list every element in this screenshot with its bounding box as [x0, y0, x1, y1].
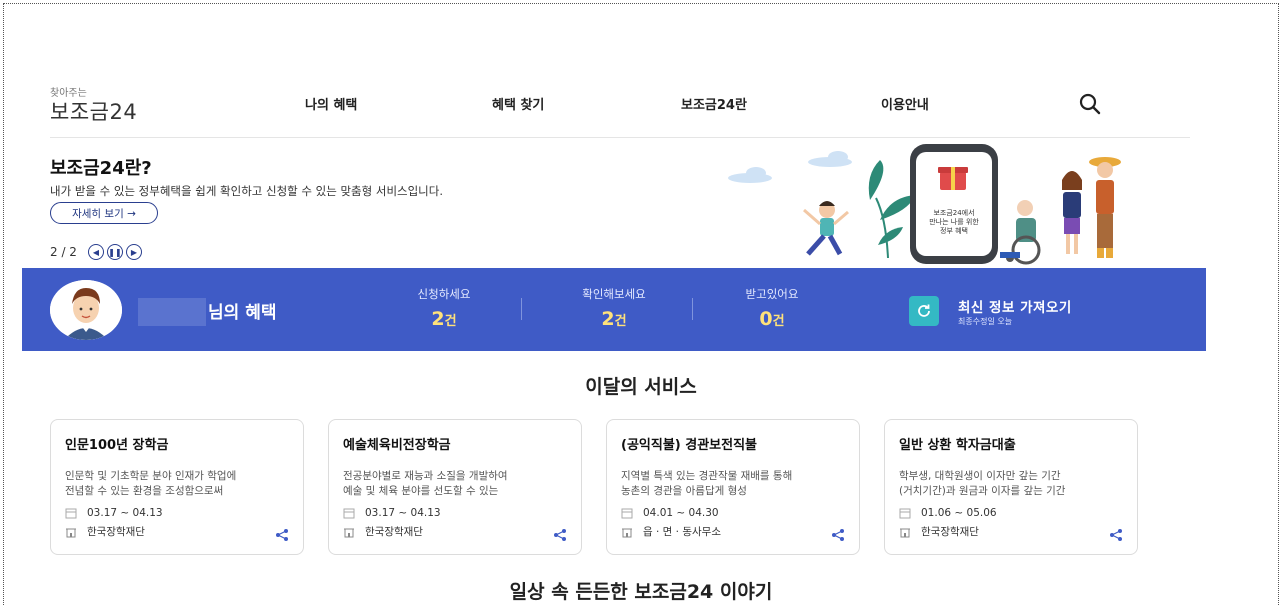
refresh-icon [918, 304, 930, 317]
card-period: 04.01 ~ 04.30 [621, 507, 719, 519]
wheelchair-figure [1000, 200, 1041, 265]
share-icon[interactable] [275, 528, 289, 542]
nav-guide[interactable]: 이용안내 [881, 94, 929, 113]
card-period: 03.17 ~ 04.13 [65, 507, 163, 519]
phone-text-3: 정부 혜택 [940, 226, 968, 235]
hero-illustration: 보조금24에서 만나는 나를 위한 정부 혜택 [728, 144, 1121, 265]
site-logo[interactable]: 보조금24 [50, 96, 137, 126]
hero-title: 보조금24란? [50, 158, 152, 179]
divider [521, 298, 522, 320]
woman-figure [1062, 171, 1082, 254]
refresh-button[interactable] [909, 296, 939, 326]
farmer-figure [1089, 157, 1121, 258]
phone-figure: 보조금24에서 만나는 나를 위한 정부 혜택 [910, 144, 998, 264]
cloud-icon [728, 151, 852, 183]
prev-icon[interactable]: ◀ [87, 244, 104, 260]
phone-text-1: 보조금24에서 [933, 208, 974, 217]
card-org: 읍 · 면 · 동사무소 [621, 524, 721, 539]
stat-value: 2건 [431, 308, 457, 330]
card-description: 학부생, 대학원생이 이자만 갚는 기간 (거치기간)과 원금과 이자를 갚는 기… [899, 470, 1066, 497]
stat-receiving[interactable]: 받고있어요 0건 [712, 286, 832, 330]
share-icon[interactable] [553, 528, 567, 542]
next-icon[interactable]: ▶ [125, 244, 142, 260]
monthly-services-title: 이달의 서비스 [585, 376, 697, 398]
pause-icon[interactable]: ❚❚ [106, 244, 123, 260]
benefits-bar: 님의 혜택 신청하세요 2건 확인해보세요 2건 받고있어요 0건 최신 정보 … [22, 268, 1206, 351]
card-org: 한국장학재단 [899, 524, 979, 539]
stat-apply[interactable]: 신청하세요 2건 [384, 286, 504, 330]
user-avatar-icon [50, 280, 122, 340]
card-title: (공익직불) 경관보전직불 [621, 438, 758, 453]
card-title: 인문100년 장학금 [65, 438, 169, 453]
nav-find-benefits[interactable]: 혜택 찾기 [492, 94, 544, 113]
calendar-icon [621, 508, 633, 519]
building-icon [900, 528, 910, 537]
service-card[interactable]: 인문100년 장학금 인문학 및 기초학문 분야 인재가 학업에 전념할 수 있는… [50, 419, 304, 555]
calendar-icon [65, 508, 77, 519]
stat-check[interactable]: 확인해보세요 2건 [554, 286, 674, 330]
stat-label: 받고있어요 [745, 287, 799, 301]
search-icon[interactable] [1078, 92, 1102, 116]
refresh-title[interactable]: 최신 정보 가져오기 [958, 296, 1072, 316]
service-card[interactable]: (공익직불) 경관보전직불 지역별 특색 있는 경관작물 재배를 통해 농촌의 경… [606, 419, 860, 555]
divider [692, 298, 693, 320]
building-icon [622, 528, 632, 537]
banner-pager: 2 / 2 ◀ ❚❚ ▶ [50, 244, 142, 260]
detail-button[interactable]: 자세히 보기 → [50, 202, 158, 224]
service-card[interactable]: 예술체육비전장학금 전공분야별로 재능과 소질을 개발하여 예술 및 체육 분야를… [328, 419, 582, 555]
card-title: 일반 상환 학자금대출 [899, 438, 1016, 453]
nav-my-benefits[interactable]: 나의 혜택 [305, 94, 357, 113]
benefit-label: 님의 혜택 [208, 303, 277, 323]
card-period: 03.17 ~ 04.13 [343, 507, 441, 519]
user-name-redacted [138, 298, 206, 326]
calendar-icon [343, 508, 355, 519]
plant-icon [868, 160, 915, 259]
nav-about[interactable]: 보조금24란 [681, 94, 747, 113]
card-period: 01.06 ~ 05.06 [899, 507, 997, 519]
card-title: 예술체육비전장학금 [343, 438, 451, 453]
service-card[interactable]: 일반 상환 학자금대출 학부생, 대학원생이 이자만 갚는 기간 (거치기간)과 … [884, 419, 1138, 555]
stat-label: 신청하세요 [417, 287, 471, 301]
card-org: 한국장학재단 [65, 524, 145, 539]
phone-text-2: 만나는 나를 위한 [929, 217, 979, 226]
child-figure [803, 201, 849, 256]
stat-label: 확인해보세요 [582, 287, 646, 301]
share-icon[interactable] [1109, 528, 1123, 542]
building-icon [344, 528, 354, 537]
card-description: 전공분야별로 재능과 소질을 개발하여 예술 및 체육 분야를 선도할 수 있는 [343, 470, 508, 497]
calendar-icon [899, 508, 911, 519]
avatar [50, 280, 122, 340]
stories-title: 일상 속 든든한 보조금24 이야기 [509, 581, 773, 603]
last-updated: 최종수정일 오늘 [958, 317, 1013, 326]
hero-description: 내가 받을 수 있는 정부혜택을 쉽게 확인하고 신청할 수 있는 맞춤형 서비… [50, 184, 444, 198]
building-icon [66, 528, 76, 537]
stat-value: 0건 [759, 308, 785, 330]
site-header: 찾아주는 보조금24 나의 혜택 혜택 찾기 보조금24란 이용안내 [50, 80, 1190, 138]
card-description: 지역별 특색 있는 경관작물 재배를 통해 농촌의 경관을 아름답게 형성 [621, 470, 793, 497]
share-icon[interactable] [831, 528, 845, 542]
card-org: 한국장학재단 [343, 524, 423, 539]
stat-value: 2건 [601, 308, 627, 330]
pager-count: 2 / 2 [50, 245, 77, 259]
card-description: 인문학 및 기초학문 분야 인재가 학업에 전념할 수 있는 환경을 조성함으로써 [65, 470, 237, 497]
